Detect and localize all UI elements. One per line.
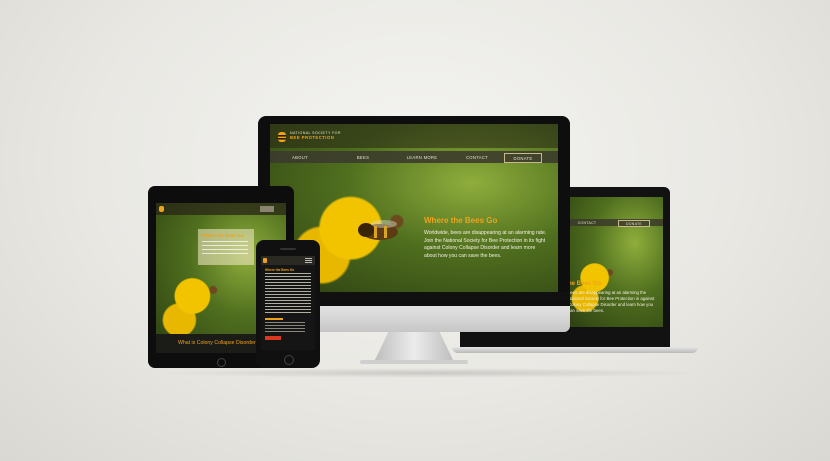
phone-section-label [265,318,283,320]
laptop-nav-donate[interactable]: DONATE [618,220,650,227]
nav-contact[interactable]: CONTACT [462,151,492,163]
tablet-footer-heading[interactable]: What is Colony Collapse Disorder [178,340,256,346]
tablet-menu-button[interactable] [260,206,274,212]
phone-section-lines [265,322,305,332]
tablet-hero-lines [202,241,248,257]
phone: Where the Bees Go [256,240,320,368]
brand-name[interactable]: NATIONAL SOCIETY FOR BEE PROTECTION [290,131,341,140]
laptop-nav-bar: CONTACT DONATE [568,219,663,227]
tablet-hero-heading: Where the Bees Go [202,233,244,238]
nav-bees[interactable]: BEES [348,151,378,163]
nav-learn-more[interactable]: LEARN MORE [402,151,442,163]
phone-screen: Where the Bees Go [261,256,315,350]
phone-speaker [280,248,296,250]
phone-logo-icon[interactable] [263,258,267,263]
phone-body-lines [265,273,311,313]
tablet-text-panel: Where the Bees Go [198,229,254,265]
laptop-screen: CONTACT DONATE he Bees Go bees are disap… [568,197,663,327]
tablet-home-button[interactable] [217,358,226,367]
laptop-hero-body: bees are disappearing at an alarming the… [568,290,655,313]
bee-logo-icon[interactable] [277,130,287,142]
monitor-foot [360,360,468,364]
floor-shadow [150,368,710,378]
hero-body: Worldwide, bees are disappearing at an a… [424,230,547,259]
hero-heading: Where the Bees Go [424,216,498,225]
phone-cta-button[interactable] [265,336,281,340]
laptop-hero-heading: he Bees Go [568,281,602,287]
tablet-logo-icon[interactable] [159,206,164,212]
nav-about[interactable]: ABOUT [285,151,315,163]
phone-hero-heading: Where the Bees Go [265,268,295,272]
brand-line-2: BEE PROTECTION [290,135,335,140]
laptop-nav-contact[interactable]: CONTACT [572,219,602,226]
donate-button[interactable]: DONATE [504,153,542,163]
main-nav: ABOUT BEES LEARN MORE CONTACT DONATE [270,151,558,163]
monitor-stand [374,332,454,362]
phone-menu-icon[interactable] [305,258,312,263]
bee-image [344,218,400,244]
phone-home-button[interactable] [284,355,294,365]
